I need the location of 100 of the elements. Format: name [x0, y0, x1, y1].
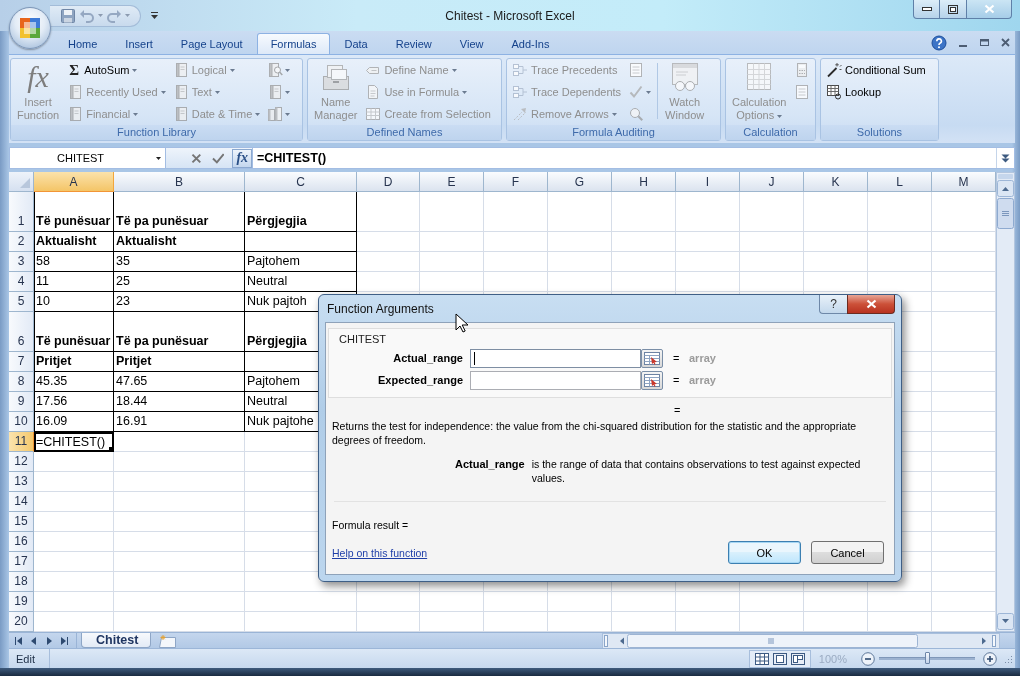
column-header[interactable]: I: [676, 172, 740, 192]
row-header[interactable]: 7: [9, 352, 34, 372]
help-button[interactable]: ?: [819, 295, 847, 314]
row-header[interactable]: 15: [9, 512, 34, 532]
ribbon-tab[interactable]: Data: [330, 33, 382, 54]
restore-icon[interactable]: [979, 38, 990, 47]
ribbon-tab[interactable]: View: [445, 33, 498, 54]
table-cell: 16.91: [114, 412, 245, 432]
column-header[interactable]: H: [612, 172, 676, 192]
ribbon-button[interactable]: Σ AutoSum: [65, 59, 168, 81]
row-header[interactable]: 19: [9, 592, 34, 612]
minimize-icon: [921, 7, 932, 11]
input-field[interactable]: [470, 370, 641, 390]
save-icon[interactable]: [60, 7, 76, 24]
close-icon: [983, 4, 995, 14]
column-header[interactable]: C: [245, 172, 357, 192]
equals-sign: =: [674, 404, 681, 416]
zoom-in-icon[interactable]: [983, 651, 997, 666]
column-header[interactable]: G: [548, 172, 612, 192]
column-header[interactable]: K: [804, 172, 868, 192]
next-sheet-icon[interactable]: [45, 636, 53, 645]
input-field[interactable]: [470, 348, 641, 368]
column-header[interactable]: A: [34, 172, 114, 192]
row-header[interactable]: 2: [9, 232, 34, 252]
row-header[interactable]: 13: [9, 472, 34, 492]
triangle-icon: [20, 178, 30, 188]
column-header[interactable]: L: [868, 172, 932, 192]
first-sheet-icon[interactable]: [15, 636, 23, 645]
row-header[interactable]: 1: [9, 192, 34, 232]
previous-sheet-icon[interactable]: [30, 636, 38, 645]
dialog-button[interactable]: Cancel: [811, 541, 884, 564]
ribbon-tab[interactable]: Insert: [111, 33, 167, 54]
zoom-out-icon[interactable]: [861, 651, 875, 666]
table-cell: 58: [34, 252, 114, 272]
table-cell: 23: [114, 292, 245, 312]
column-header[interactable]: M: [932, 172, 996, 192]
table-cell: 18.44: [114, 392, 245, 412]
dialog-button[interactable]: OK: [728, 541, 801, 564]
ribbon-tab[interactable]: Page Layout: [166, 33, 257, 54]
office-logo-icon: [18, 16, 42, 40]
minimize-button[interactable]: [913, 0, 940, 19]
ribbon-tab[interactable]: Home: [54, 33, 112, 54]
normal-view-icon[interactable]: [754, 652, 769, 665]
row-header[interactable]: 12: [9, 452, 34, 472]
resize-grip-icon[interactable]: [1003, 653, 1013, 664]
row-header[interactable]: 9: [9, 392, 34, 412]
row-header[interactable]: 10: [9, 412, 34, 432]
argument-result: array: [689, 374, 716, 386]
vertical-scrollbar[interactable]: [996, 172, 1015, 632]
row-header[interactable]: 14: [9, 492, 34, 512]
range-select-button[interactable]: [641, 348, 663, 368]
table-cell: 25: [114, 272, 245, 292]
row-header[interactable]: 17: [9, 552, 34, 572]
column-header[interactable]: E: [420, 172, 484, 192]
row-header[interactable]: 18: [9, 572, 34, 592]
close-button[interactable]: [847, 295, 895, 314]
table-cell[interactable]: =CHITEST(): [34, 432, 114, 452]
help-icon[interactable]: [931, 34, 947, 51]
group-label: Solutions: [821, 125, 938, 140]
row-header[interactable]: 5: [9, 292, 34, 312]
column-header[interactable]: F: [484, 172, 548, 192]
horizontal-scrollbar[interactable]: [602, 632, 1000, 649]
page-layout-icon[interactable]: [772, 652, 787, 665]
last-sheet-icon[interactable]: [60, 636, 68, 645]
range-select-icon: [644, 373, 660, 387]
table-cell: 16.09: [34, 412, 114, 432]
customize-icon[interactable]: [151, 11, 158, 20]
ribbon-button[interactable]: Lookup: [824, 81, 928, 103]
column-header[interactable]: D: [357, 172, 420, 192]
help-link[interactable]: Help on this function: [332, 546, 428, 559]
sheet-tab[interactable]: Chitest: [81, 633, 152, 648]
equals-sign: =: [673, 352, 681, 364]
ribbon-button[interactable]: Conditional Sum: [824, 59, 928, 81]
column-header[interactable]: J: [740, 172, 804, 192]
group-label: Defined Names: [308, 125, 501, 140]
row-header[interactable]: 16: [9, 532, 34, 552]
table-cell: 35: [114, 252, 245, 272]
row-header[interactable]: 11: [9, 432, 34, 452]
row-header[interactable]: 4: [9, 272, 34, 292]
trace-arrows-icon: [512, 62, 528, 78]
row-header[interactable]: 6: [9, 312, 34, 352]
row-header[interactable]: 8: [9, 372, 34, 392]
table-cell: 47.65: [114, 372, 245, 392]
column-header[interactable]: B: [114, 172, 245, 192]
ribbon-tab[interactable]: Review: [381, 33, 446, 54]
table-cell: Aktualisht: [114, 232, 245, 252]
close-icon[interactable]: [1001, 38, 1010, 47]
page-break-icon[interactable]: [790, 652, 805, 665]
book-magnifier-icon: [267, 62, 284, 78]
row-header[interactable]: 20: [9, 612, 34, 632]
row-header[interactable]: 3: [9, 252, 34, 272]
range-select-button[interactable]: [641, 370, 663, 390]
zoom-slider-thumb[interactable]: [925, 652, 930, 664]
fill-handle-icon[interactable]: [109, 447, 114, 452]
maximize-button[interactable]: [940, 0, 967, 19]
trace-arrows-icon: [512, 84, 528, 100]
ribbon-tab[interactable]: Add-Ins: [497, 33, 564, 54]
table-cell: Përgjegjia: [245, 192, 357, 232]
sigma-icon: Σ: [67, 62, 82, 78]
ribbon-tab[interactable]: Formulas: [256, 33, 331, 54]
